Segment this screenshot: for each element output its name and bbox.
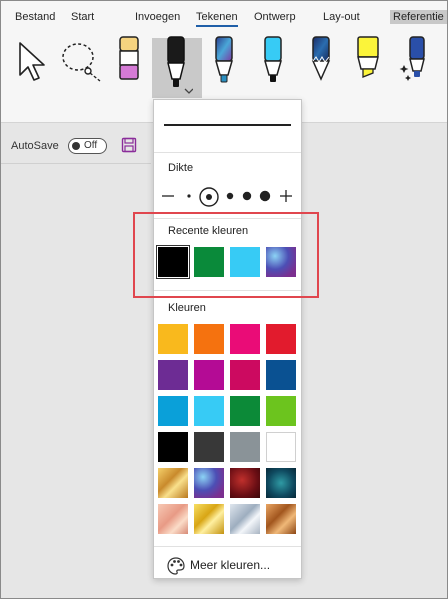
more-colors-label: Meer kleuren... xyxy=(190,558,271,572)
tab-ontwerp[interactable]: Ontwerp xyxy=(254,11,296,23)
save-icon[interactable] xyxy=(121,137,137,156)
quick-access-toolbar: AutoSave Off xyxy=(1,133,151,159)
toggle-state: Off xyxy=(84,140,98,151)
thickness-selector xyxy=(154,186,301,208)
color-swatch[interactable] xyxy=(230,324,260,354)
stroke-preview xyxy=(164,124,291,126)
color-swatch[interactable] xyxy=(266,396,296,426)
decrease-thickness-button[interactable] xyxy=(160,188,176,207)
pencil-purple-icon[interactable] xyxy=(117,35,141,87)
color-swatch[interactable] xyxy=(230,396,260,426)
tab-invoegen[interactable]: Invoegen xyxy=(135,11,180,23)
color-swatch[interactable] xyxy=(194,324,224,354)
pen-galaxy-icon[interactable] xyxy=(211,35,237,87)
autosave-label: AutoSave xyxy=(11,140,59,152)
select-arrow-icon[interactable] xyxy=(15,35,49,87)
color-swatch[interactable] xyxy=(194,504,224,534)
color-swatch[interactable] xyxy=(194,360,224,390)
pen-cyan-icon[interactable] xyxy=(260,35,286,87)
highlighter-yellow-icon[interactable] xyxy=(353,35,383,87)
tab-referentie[interactable]: Referentie xyxy=(390,10,447,24)
color-swatch[interactable] xyxy=(158,396,188,426)
color-swatch[interactable] xyxy=(230,504,260,534)
thickness-label: Dikte xyxy=(168,162,194,174)
palette-icon xyxy=(166,556,186,579)
color-swatch[interactable] xyxy=(230,432,260,462)
colors-label: Kleuren xyxy=(168,302,206,314)
thickness-option-1[interactable] xyxy=(184,188,194,207)
ribbon-tabs: Bestand Start Invoegen Tekenen Ontwerp L… xyxy=(1,1,447,29)
tab-start[interactable]: Start xyxy=(71,11,94,23)
color-swatch[interactable] xyxy=(158,468,188,498)
pen-galaxy-2-icon[interactable] xyxy=(308,35,334,87)
color-swatch[interactable] xyxy=(266,432,296,462)
tab-lay-out[interactable]: Lay-out xyxy=(323,11,360,23)
tab-bestand[interactable]: Bestand xyxy=(15,11,55,23)
color-swatch[interactable] xyxy=(194,432,224,462)
lasso-select-icon[interactable] xyxy=(58,35,106,87)
increase-thickness-button[interactable] xyxy=(278,187,294,208)
color-swatch[interactable] xyxy=(158,360,188,390)
toggle-knob xyxy=(72,142,80,150)
color-swatch[interactable] xyxy=(230,468,260,498)
divider xyxy=(154,152,301,153)
color-swatch[interactable] xyxy=(158,432,188,462)
thickness-option-4[interactable] xyxy=(240,187,254,208)
color-swatch[interactable] xyxy=(158,504,188,534)
autosave-toggle[interactable]: Off xyxy=(68,138,107,154)
color-swatch[interactable] xyxy=(230,360,260,390)
recent-colors-highlight xyxy=(133,212,319,298)
color-swatch[interactable] xyxy=(266,468,296,498)
color-swatch[interactable] xyxy=(194,468,224,498)
thickness-option-5[interactable] xyxy=(257,187,273,208)
color-swatch[interactable] xyxy=(194,396,224,426)
color-swatch[interactable] xyxy=(158,324,188,354)
app-window: Bestand Start Invoegen Tekenen Ontwerp L… xyxy=(0,0,448,599)
tab-tekenen[interactable]: Tekenen xyxy=(196,11,238,27)
color-swatch[interactable] xyxy=(266,324,296,354)
thickness-option-3[interactable] xyxy=(224,188,236,207)
thickness-option-2-selected[interactable] xyxy=(198,186,220,211)
color-swatch[interactable] xyxy=(266,360,296,390)
pen-effects-icon[interactable] xyxy=(399,35,433,87)
pen-black-icon[interactable] xyxy=(161,35,193,94)
color-swatch[interactable] xyxy=(266,504,296,534)
divider xyxy=(154,546,301,547)
pen-options-dropdown: Dikte Recente kleuren Kleuren Meer kleur… xyxy=(153,99,302,579)
